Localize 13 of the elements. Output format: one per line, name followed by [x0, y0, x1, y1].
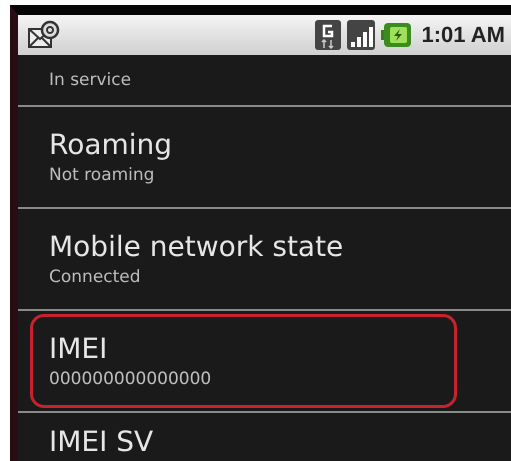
setting-title: IMEI	[49, 331, 108, 367]
setting-value: 000000000000000	[49, 368, 212, 391]
setting-title: IMEI SV	[49, 424, 154, 460]
email-icon	[28, 20, 62, 50]
setting-value: Not roaming	[49, 164, 156, 187]
battery-charging-icon	[381, 23, 412, 47]
setting-value: Connected	[49, 266, 142, 289]
setting-title: Mobile network state	[49, 229, 344, 265]
setting-value: In service	[49, 69, 132, 92]
clock: 1:01 AM	[421, 22, 505, 48]
setting-title: Roaming	[49, 127, 174, 163]
signal-icon	[347, 20, 376, 50]
data-connection-icon	[315, 20, 342, 50]
